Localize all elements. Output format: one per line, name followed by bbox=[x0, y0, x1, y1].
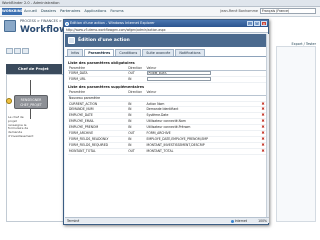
delete-icon[interactable]: ✖ bbox=[261, 119, 265, 123]
delete-icon[interactable]: ✖ bbox=[261, 113, 265, 117]
param-value: Action Nom bbox=[146, 101, 165, 106]
zone-indicator: Internet bbox=[230, 218, 247, 224]
tab-suite-avancee[interactable]: Suite avancée bbox=[142, 49, 175, 56]
delete-icon[interactable]: ✖ bbox=[261, 131, 265, 135]
user-name: Jean-René Bonhomme bbox=[220, 9, 258, 13]
nav-item-dossiers[interactable]: Dossiers bbox=[41, 8, 56, 15]
param-value: Système.Date bbox=[146, 113, 169, 118]
param-value: MONTANT_TOTAL bbox=[146, 148, 174, 153]
dialog-header: Édition d'une action bbox=[65, 34, 269, 47]
language-select[interactable]: Français (France) bbox=[260, 8, 316, 14]
swimlane-header: Chef de Projet bbox=[6, 64, 62, 74]
delete-icon[interactable]: ✖ bbox=[261, 136, 265, 141]
zoom-in-button[interactable] bbox=[6, 48, 13, 54]
status-bar: Terminé Internet 100% bbox=[65, 217, 269, 223]
app-window-title: WorkBinder 2.0 - Administration bbox=[2, 1, 60, 5]
required-params-table: Paramètre Direction Valeur FORM_DATA OUT F… bbox=[68, 66, 266, 84]
status-text: Terminé bbox=[67, 219, 80, 223]
tab-notifications[interactable]: Notifications bbox=[175, 49, 205, 56]
nav-item-forums[interactable]: Forums bbox=[110, 8, 123, 15]
app-title-bar: WorkBinder 2.0 - Administration bbox=[0, 0, 320, 7]
table-row[interactable]: FORM_URL IN bbox=[68, 76, 266, 84]
delete-icon[interactable]: ✖ bbox=[261, 107, 265, 111]
scrollbar[interactable] bbox=[266, 34, 269, 218]
delete-icon[interactable]: ✖ bbox=[261, 101, 265, 106]
workflow-icon bbox=[4, 20, 16, 32]
param-value: Demande Identifiant bbox=[146, 107, 179, 112]
param-value: Utilisateur connecté.Nom bbox=[146, 119, 186, 124]
param-direction: IN bbox=[127, 76, 146, 84]
globe-icon bbox=[230, 219, 234, 223]
action-icon bbox=[6, 98, 12, 104]
popup-window: Edition d'une action - Windows Internet … bbox=[63, 19, 269, 225]
param-value: MONTANT_INVESTISSEMENT,DESCRIP bbox=[146, 142, 205, 147]
flow-arrow bbox=[30, 80, 31, 95]
param-name: FORM_URL bbox=[68, 76, 128, 84]
dialog-title: Édition d'une action bbox=[78, 38, 130, 43]
nav-item-applications[interactable]: Applications bbox=[84, 8, 106, 15]
table-row[interactable]: MONTANT_TOTAL OUT MONTANT_TOTAL ✖ bbox=[68, 148, 266, 155]
minimize-icon[interactable]: – bbox=[247, 21, 253, 26]
param-value-select[interactable] bbox=[146, 77, 211, 82]
app-logo: WORKBINDER bbox=[2, 8, 29, 15]
maximize-icon[interactable]: □ bbox=[254, 21, 260, 26]
param-value: Utilisateur connecté.Prénom bbox=[146, 125, 191, 130]
nav-item-accueil[interactable]: Accueil bbox=[24, 8, 37, 15]
fit-button[interactable] bbox=[22, 48, 29, 54]
optional-params-table: Paramètre Direction Valeur Nouveau param… bbox=[68, 90, 266, 155]
app-nav: Accueil Dossiers Partenaires Application… bbox=[24, 8, 124, 15]
delete-icon[interactable]: ✖ bbox=[261, 142, 265, 147]
delete-icon[interactable]: ✖ bbox=[261, 148, 265, 153]
popup-title: Edition d'une action - Windows Internet … bbox=[70, 21, 155, 25]
app-header: WORKBINDER Accueil Dossiers Partenaires … bbox=[0, 7, 320, 17]
parameters-panel: Liste des paramètres obligatoires Paramè… bbox=[65, 57, 269, 157]
tab-infos[interactable]: Infos bbox=[67, 49, 84, 56]
popup-title-bar[interactable]: Edition d'une action - Windows Internet … bbox=[64, 20, 268, 27]
param-direction: OUT bbox=[127, 148, 146, 155]
node-note: Le chef de projet renseigne le formulair… bbox=[8, 115, 34, 138]
param-value: EMPLOYE_DATE,EMPLOYE_PRENOM,EMP bbox=[146, 136, 208, 141]
address-bar[interactable]: http://www.v5.demo.workflowgen.com/wfgen… bbox=[64, 27, 268, 33]
param-value: FORM_ARCHIVE bbox=[146, 131, 171, 136]
nav-item-partenaires[interactable]: Partenaires bbox=[60, 8, 80, 15]
close-icon[interactable]: × bbox=[261, 21, 267, 26]
workflow-node[interactable]: RENSEIGNER CHEF_PROJET bbox=[14, 95, 48, 109]
param-value-select[interactable]: FORM_DATA bbox=[146, 71, 211, 76]
ie-icon bbox=[65, 21, 69, 26]
zoom-out-button[interactable] bbox=[14, 48, 21, 54]
tab-conditions[interactable]: Conditions bbox=[115, 49, 142, 56]
delete-icon[interactable]: ✖ bbox=[261, 125, 265, 129]
zoom-level[interactable]: 100% bbox=[258, 218, 267, 224]
action-edit-icon bbox=[68, 37, 75, 44]
param-name: MONTANT_TOTAL bbox=[68, 148, 128, 155]
zone-label: Internet bbox=[234, 219, 247, 223]
dialog-tabs: Infos Paramètres Conditions Suite avancé… bbox=[65, 47, 269, 57]
side-panel bbox=[276, 46, 316, 222]
canvas-toolbar bbox=[6, 48, 29, 54]
dialog-body: Édition d'une action Infos Paramètres Co… bbox=[65, 34, 269, 218]
tab-parametres[interactable]: Paramètres bbox=[84, 49, 115, 56]
